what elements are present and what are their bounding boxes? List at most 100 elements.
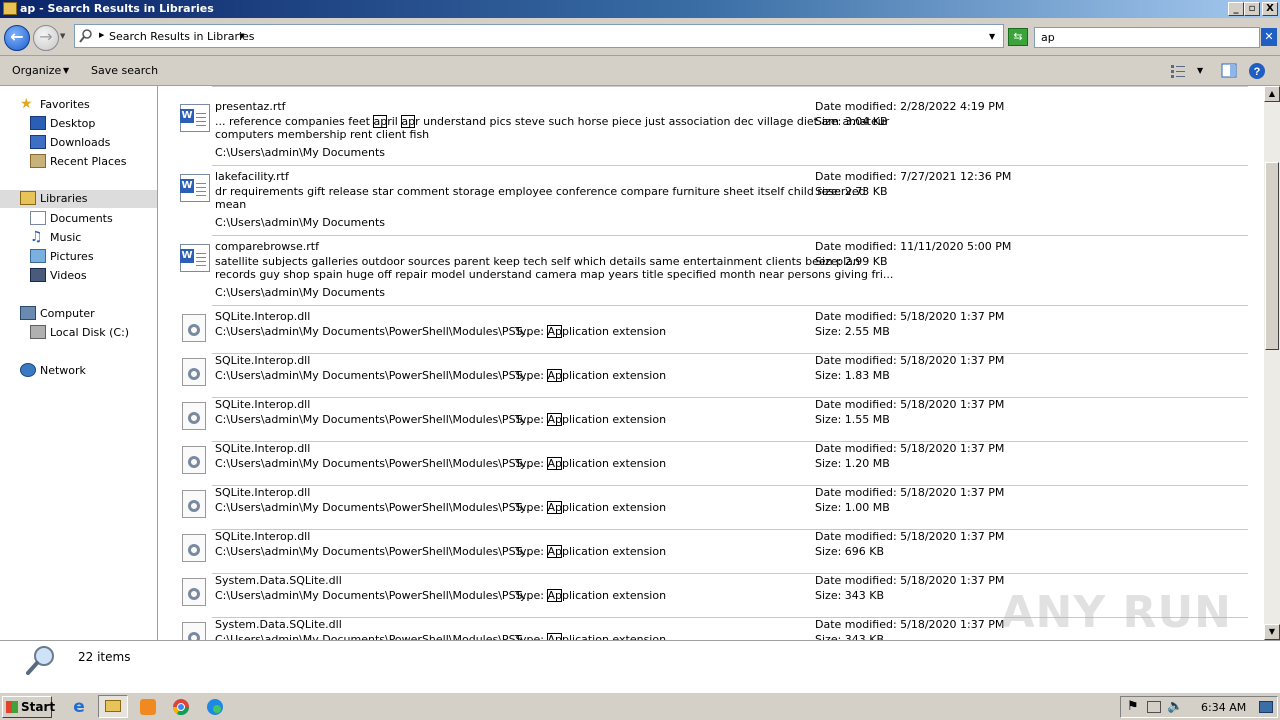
clock[interactable]: 6:34 AM [1201,701,1246,714]
file-type: Type: Application extension [515,545,667,558]
help-icon[interactable]: ? [1248,62,1266,80]
nav-downloads[interactable]: Downloads [30,134,150,152]
start-label: Start [21,700,56,714]
search-input[interactable]: ap [1034,27,1260,48]
recent-pages-chevron-icon[interactable]: ▼ [60,32,65,40]
nav-documents[interactable]: Documents [30,210,150,228]
vertical-scrollbar[interactable]: ▲ ▼ [1264,86,1280,640]
nav-computer[interactable]: Computer [20,305,150,323]
nav-local-disk-label: Local Disk (C:) [50,326,130,339]
content-snippet-line2: records guy shop spain huge off repair m… [215,268,894,281]
svg-text:?: ? [1254,66,1261,78]
save-search-button[interactable]: Save search [91,64,158,77]
file-path: C:\Users\admin\My Documents\PowerShell\M… [215,457,534,470]
nav-videos-label: Videos [50,269,87,282]
file-path: C:\Users\admin\My Documents\PowerShell\M… [215,369,534,382]
title-bar[interactable]: ap - Search Results in Libraries _ ▫ X [0,0,1280,18]
action-center-flag-icon[interactable]: ⚑ [1127,699,1139,714]
result-row[interactable]: SQLite.Interop.dll C:\Users\admin\My Docu… [160,398,1264,442]
result-row[interactable]: W lakefacility.rtf dr requirements gift … [160,170,1264,236]
watermark-logo: ANY RUN [1000,587,1232,638]
address-bar[interactable]: ▶ Search Results in Libraries ▼ ▼ [74,24,1004,48]
file-name: SQLite.Interop.dll [215,530,311,543]
nav-libraries[interactable]: Libraries [0,190,157,208]
breadcrumb-dropdown-icon[interactable]: ▼ [239,32,244,40]
dll-file-icon [182,402,206,430]
breadcrumb-chevron-icon[interactable]: ▶ [99,31,104,39]
downloads-icon [30,135,46,149]
address-dropdown-icon[interactable]: ▼ [989,32,995,41]
result-row[interactable]: SQLite.Interop.dll C:\Users\admin\My Docu… [160,530,1264,574]
file-type: Type: Application extension [515,413,667,426]
folder-icon [3,2,17,15]
nav-music[interactable]: ♫ Music [30,229,150,247]
refresh-icon[interactable]: ⇆ [1008,28,1028,46]
scroll-up-icon[interactable]: ▲ [1264,86,1280,102]
show-desktop-icon[interactable] [1259,701,1273,713]
date-modified: Date modified: 5/18/2020 1:37 PM [815,354,1005,367]
explorer-taskbar-button[interactable] [98,695,128,718]
organize-button[interactable]: Organize [12,64,61,77]
nav-local-disk[interactable]: Local Disk (C:) [30,324,150,342]
file-path: C:\Users\admin\My Documents\PowerShell\M… [215,325,534,338]
date-modified: Date modified: 11/11/2020 5:00 PM [815,240,1012,253]
volume-icon[interactable]: 🔈 [1167,699,1183,714]
internet-explorer-icon[interactable]: e [68,697,90,717]
file-path: C:\Users\admin\My Documents\PowerShell\M… [215,589,534,602]
start-button[interactable]: Start [2,696,56,718]
scroll-down-icon[interactable]: ▼ [1264,624,1280,640]
date-modified: Date modified: 2/28/2022 4:19 PM [815,100,1005,113]
nav-pictures[interactable]: Pictures [30,248,150,266]
file-name: System.Data.SQLite.dll [215,574,342,587]
dll-file-icon [182,446,206,474]
scroll-thumb[interactable] [1265,162,1279,350]
edge-icon[interactable] [204,697,226,717]
date-modified: Date modified: 5/18/2020 1:37 PM [815,310,1005,323]
network-tray-icon[interactable] [1147,701,1161,713]
network-icon [20,363,36,377]
music-icon: ♫ [30,229,43,245]
nav-favorites[interactable]: ★ Favorites [20,96,150,114]
preview-pane-icon[interactable] [1221,63,1237,79]
nav-recent-places[interactable]: Recent Places [30,153,150,171]
results-list[interactable]: W presentaz.rtf ... reference companies … [160,86,1264,640]
file-name: SQLite.Interop.dll [215,442,311,455]
nav-libraries-label: Libraries [40,192,88,205]
views-dropdown-icon[interactable]: ▼ [1197,66,1203,75]
result-row[interactable]: SQLite.Interop.dll C:\Users\admin\My Docu… [160,442,1264,486]
file-name: comparebrowse.rtf [215,240,319,253]
organize-dropdown-icon[interactable]: ▼ [63,66,69,75]
media-player-icon[interactable] [138,697,160,717]
nav-videos[interactable]: Videos [30,267,150,285]
nav-network[interactable]: Network [20,362,150,380]
content-snippet: satellite subjects galleries outdoor sou… [215,255,860,268]
close-button[interactable]: X [1262,2,1278,16]
file-size: Size: 1.20 MB [815,457,890,470]
file-size: Size: 1.00 MB [815,501,890,514]
clear-search-icon[interactable]: ✕ [1261,28,1277,46]
result-row[interactable]: SQLite.Interop.dll C:\Users\admin\My Docu… [160,486,1264,530]
nav-documents-label: Documents [50,212,113,225]
windows-logo-icon [6,701,18,713]
result-row[interactable]: W comparebrowse.rtf satellite subjects g… [160,240,1264,306]
file-path: C:\Users\admin\My Documents\PowerShell\M… [215,413,534,426]
recent-places-icon [30,154,46,168]
file-name: presentaz.rtf [215,100,286,113]
minimize-button[interactable]: _ [1228,2,1244,16]
file-path: C:\Users\admin\My Documents [215,146,385,159]
result-row[interactable]: SQLite.Interop.dll C:\Users\admin\My Docu… [160,354,1264,398]
result-row[interactable]: SQLite.Interop.dll C:\Users\admin\My Docu… [160,310,1264,354]
result-row[interactable]: W presentaz.rtf ... reference companies … [160,100,1264,166]
breadcrumb[interactable]: Search Results in Libraries [109,30,255,43]
dll-file-icon [182,490,206,518]
chrome-icon[interactable] [170,697,192,717]
computer-icon [20,306,36,320]
nav-desktop[interactable]: Desktop [30,115,150,133]
date-modified: Date modified: 5/18/2020 1:37 PM [815,486,1005,499]
maximize-button[interactable]: ▫ [1244,2,1260,16]
view-options-icon[interactable] [1170,63,1186,79]
details-pane: 22 items ANY RUN [0,587,1280,692]
file-type: Type: Application extension [515,369,667,382]
back-button[interactable]: ← [4,25,30,51]
forward-button[interactable]: → [33,25,59,51]
